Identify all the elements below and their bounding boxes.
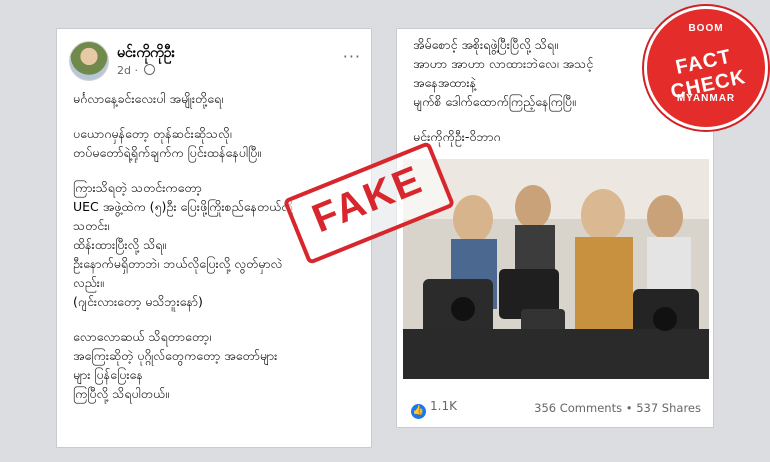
post-meta: 2d · xyxy=(117,64,156,77)
engagement-counts: 356 Comments • 537 Shares xyxy=(534,401,701,415)
post-text-line: တပ်မတော်ရဲ့ရိုက်ချက်က ပြင်းထန်နေပါပြီ။ xyxy=(73,145,262,160)
badge-brand: BOOM xyxy=(688,23,724,34)
avatar[interactable] xyxy=(69,41,109,81)
post-text-line: လောလောဆယ် သိရတာတော့၊ xyxy=(73,329,212,344)
post-text-line: များ ပြန်ပြေးနေ xyxy=(73,367,143,382)
post-text-line: မင်းကိုကိုဦး-ဝိဘာဂ xyxy=(413,129,501,144)
post-text-line: အကြေးဆိုတဲ့ ပုဂ္ဂိုလ်တွေကတော့ အတော်များ xyxy=(73,348,278,363)
post-text-line: ပယောဂမှန်တော့ တုန်ဆင်းဆိုသလို၊ xyxy=(73,126,232,141)
like-icon: 👍 xyxy=(411,404,426,419)
globe-icon xyxy=(144,64,156,75)
post-text-line: မင်္ဂလာနေ့ခင်းလေးပါ အမျိုးတို့ရေ၊ xyxy=(73,91,224,106)
author-name[interactable]: မင်းကိုကိုဦး xyxy=(117,43,175,64)
more-options-icon[interactable]: ··· xyxy=(343,47,361,66)
post-text-line: (ဂျင်းလားတော့ မသိဘူးနော်) xyxy=(73,294,203,309)
badge-region: MYANMAR xyxy=(676,93,736,104)
post-text-line: ကြပြီလို့ သိရပါတယ်။ xyxy=(73,386,169,401)
comments-count[interactable]: 356 Comments xyxy=(534,401,622,415)
post-text-line: လည်း။ xyxy=(73,275,104,290)
shares-count[interactable]: 537 Shares xyxy=(636,401,701,415)
post-header: မင်းကိုကိုဦး 2d · ··· xyxy=(69,41,361,85)
reactions[interactable]: 👍 1.1K xyxy=(411,399,457,419)
fact-check-badge: BOOM FACT CHECK MYANMAR xyxy=(644,6,768,130)
reactions-count: 1.1K xyxy=(430,399,457,413)
post-time[interactable]: 2d xyxy=(117,64,131,77)
